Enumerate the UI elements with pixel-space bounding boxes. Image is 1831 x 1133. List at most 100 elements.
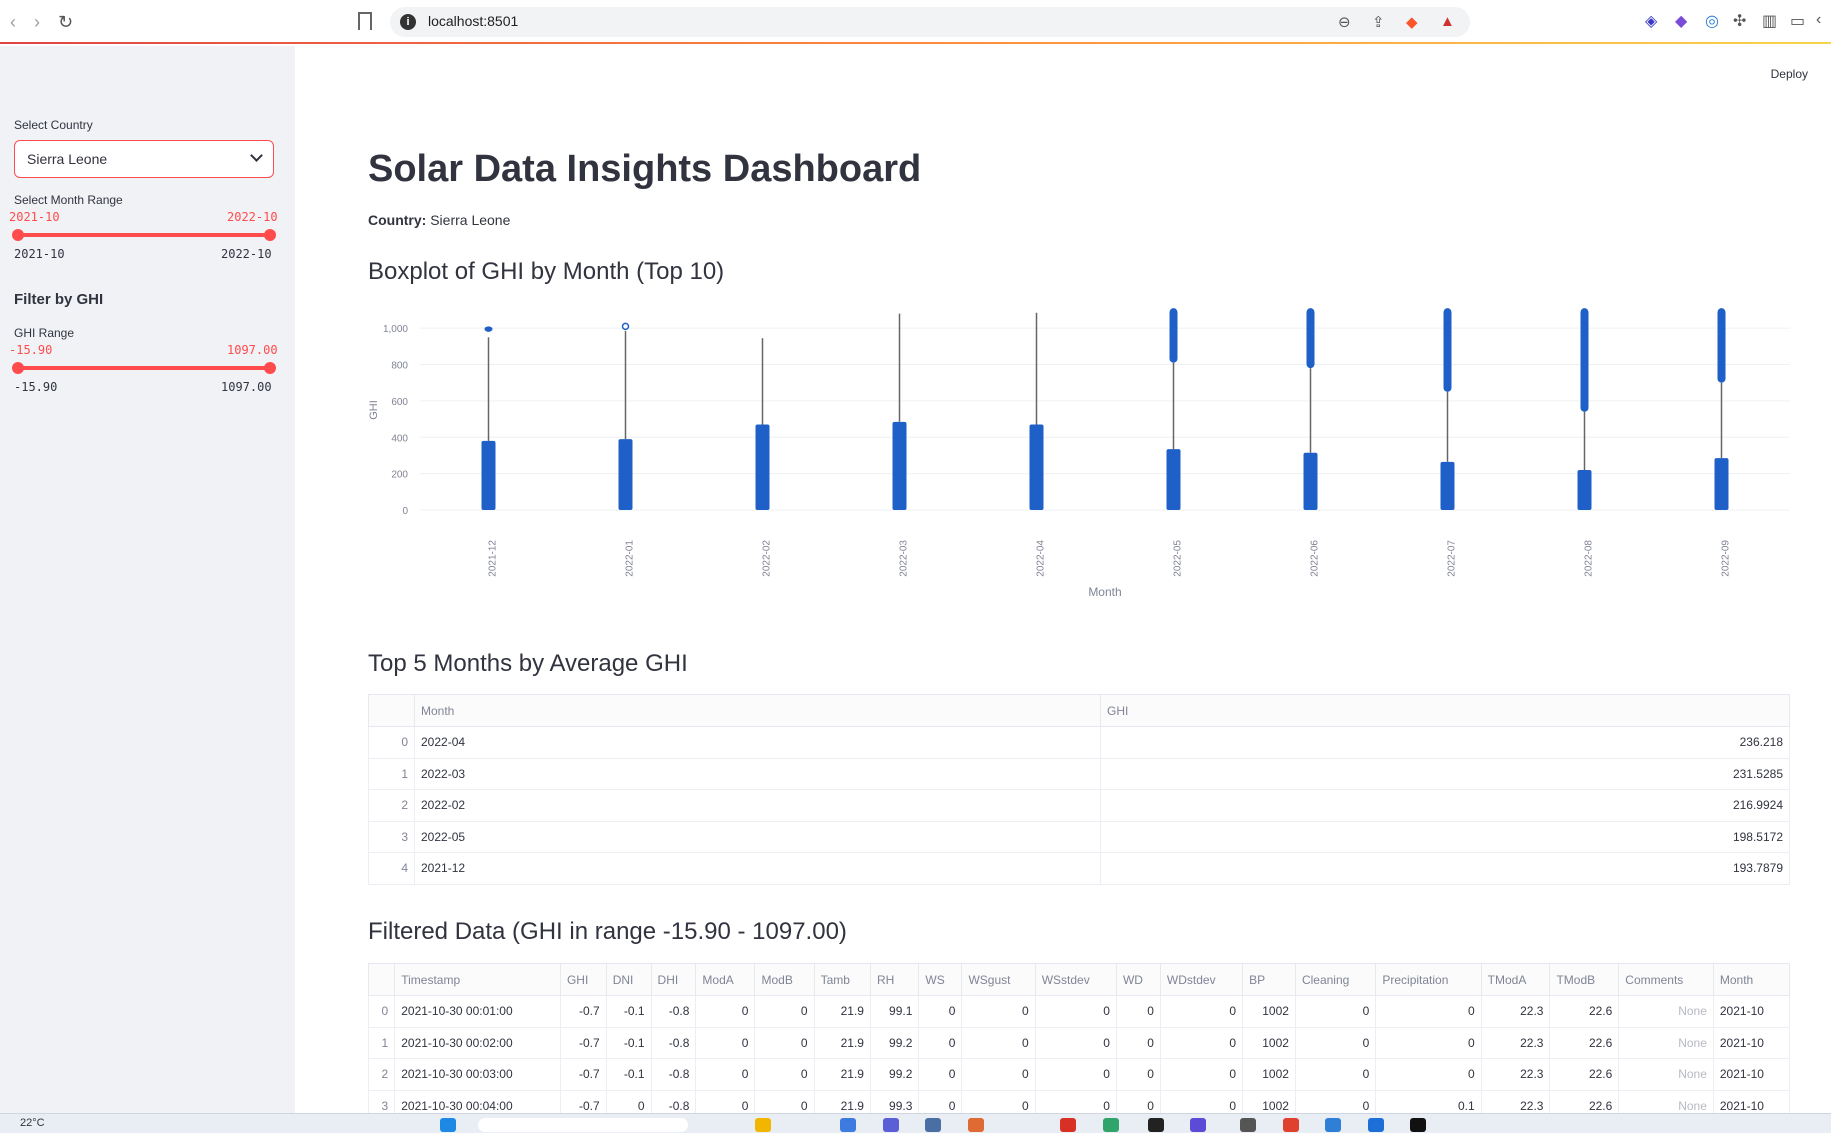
menu-icon[interactable]: ‹	[1816, 11, 1821, 29]
table-cell[interactable]: -0.8	[650, 1026, 697, 1059]
table-cell[interactable]: 2022-05	[414, 820, 1101, 853]
table-cell[interactable]: -0.1	[605, 1026, 652, 1059]
table-cell[interactable]: None	[1618, 1026, 1714, 1059]
terminal-icon[interactable]	[1410, 1118, 1426, 1132]
table-cell[interactable]: 2022-03	[414, 757, 1101, 790]
bookmark-icon[interactable]	[358, 12, 372, 30]
row-index[interactable]: 2	[367, 1058, 396, 1091]
column-header[interactable]: WDstdev	[1159, 963, 1244, 996]
column-header[interactable]: RH	[869, 963, 920, 996]
column-header[interactable]: DNI	[605, 963, 652, 996]
column-header[interactable]: WS	[918, 963, 963, 996]
table-cell[interactable]: 198.5172	[1100, 820, 1790, 853]
table-cell[interactable]: 0	[754, 995, 815, 1028]
column-header[interactable]: WSgust	[961, 963, 1036, 996]
table-row[interactable]: 0 2022-04 236.218	[368, 726, 1790, 759]
extension-1-icon[interactable]: ◈	[1645, 11, 1657, 31]
url-text[interactable]: localhost:8501	[428, 13, 518, 29]
column-header[interactable]: ModA	[695, 963, 756, 996]
column-header[interactable]: DHI	[650, 963, 697, 996]
table-cell[interactable]: 21.9	[813, 1058, 871, 1091]
column-header[interactable]: Tamb	[813, 963, 871, 996]
country-select[interactable]: Sierra Leone	[14, 140, 274, 178]
table-row[interactable]: 3 2022-05 198.5172	[368, 820, 1790, 853]
table-row[interactable]: 1 2021-10-30 00:02:00 -0.7 -0.1 -0.8 0 0 21.9 99…	[367, 1026, 1791, 1059]
table-cell[interactable]: 22.6	[1549, 995, 1620, 1028]
table-cell[interactable]: 0	[961, 1026, 1036, 1059]
table-cell[interactable]: 0	[1115, 1058, 1161, 1091]
table-cell[interactable]: 99.2	[869, 1026, 920, 1059]
table-cell[interactable]: 2021-10	[1712, 1058, 1791, 1091]
row-index[interactable]: 3	[368, 820, 415, 853]
table-cell[interactable]: None	[1618, 995, 1714, 1028]
table-cell[interactable]: 22.3	[1480, 995, 1551, 1028]
extension-3-icon[interactable]: ◎	[1705, 11, 1719, 31]
column-header[interactable]: Month	[1712, 963, 1791, 996]
app-icon[interactable]	[1240, 1118, 1256, 1132]
table-cell[interactable]: 0	[918, 995, 963, 1028]
filtered-data-table[interactable]: Timestamp GHI DNI DHI ModA ModB Tamb RH WS WSgust…	[367, 963, 1791, 1122]
table-cell[interactable]: 2021-12	[414, 852, 1101, 885]
taskbar-search-box[interactable]	[478, 1118, 688, 1132]
top5-table[interactable]: Month GHI 0 2022-04 236.218 1 2022-03 231.528…	[368, 694, 1790, 885]
table-cell[interactable]: 0	[1159, 995, 1244, 1028]
ghi-boxplot-chart[interactable]: 0 200 400 600 800 1,000 GHI 2021-12 2022-01 2022-…	[360, 300, 1800, 610]
column-header[interactable]: BP	[1242, 963, 1296, 996]
table-cell[interactable]: 193.7879	[1100, 852, 1790, 885]
ghi-slider-low-handle[interactable]	[12, 362, 24, 374]
column-header[interactable]: WSstdev	[1034, 963, 1117, 996]
table-cell[interactable]: 2021-10-30 00:01:00	[394, 995, 561, 1028]
edge-icon[interactable]	[840, 1118, 856, 1132]
column-header[interactable]: Precipitation	[1375, 963, 1482, 996]
table-cell[interactable]: 21.9	[813, 1026, 871, 1059]
vscode-icon[interactable]	[1325, 1118, 1341, 1132]
row-index[interactable]: 0	[367, 995, 396, 1028]
extensions-puzzle-icon[interactable]: ✣	[1733, 11, 1746, 31]
row-index[interactable]: 2	[368, 789, 415, 822]
table-cell[interactable]: 2022-02	[414, 789, 1101, 822]
table-cell[interactable]: 0	[1294, 1026, 1377, 1059]
ghi-slider-high-handle[interactable]	[264, 362, 276, 374]
table-cell[interactable]: 0	[1375, 1026, 1482, 1059]
app-icon[interactable]	[925, 1118, 941, 1132]
table-row[interactable]: 2 2022-02 216.9924	[368, 789, 1790, 822]
table-cell[interactable]: 0	[695, 995, 756, 1028]
app-icon[interactable]	[1283, 1118, 1299, 1132]
share-icon[interactable]: ⇪	[1372, 13, 1385, 31]
deploy-button[interactable]: Deploy	[1771, 67, 1808, 81]
reload-icon[interactable]: ↻	[58, 10, 73, 34]
column-header[interactable]: WD	[1115, 963, 1161, 996]
column-header[interactable]: Comments	[1618, 963, 1714, 996]
table-cell[interactable]: 1002	[1242, 1026, 1296, 1059]
column-header[interactable]: Cleaning	[1294, 963, 1377, 996]
sidebar-toggle-icon[interactable]: ▥	[1762, 11, 1777, 31]
table-cell[interactable]: 2021-10-30 00:02:00	[394, 1026, 561, 1059]
forward-icon[interactable]: ›	[34, 10, 40, 34]
table-cell[interactable]: 22.3	[1480, 1026, 1551, 1059]
ghi-range-slider[interactable]	[12, 362, 276, 374]
zoom-icon[interactable]: ⊖	[1338, 13, 1351, 31]
column-header[interactable]: TModA	[1480, 963, 1551, 996]
github-icon[interactable]	[1148, 1118, 1164, 1132]
file-explorer-icon[interactable]	[755, 1118, 771, 1132]
row-index[interactable]: 1	[368, 757, 415, 790]
table-cell[interactable]: -0.8	[650, 1058, 697, 1091]
month-slider-low-handle[interactable]	[12, 229, 24, 241]
table-cell[interactable]: 0	[695, 1026, 756, 1059]
app-icon[interactable]	[1103, 1118, 1119, 1132]
table-cell[interactable]: 0	[1115, 1026, 1161, 1059]
table-cell[interactable]: 0	[754, 1026, 815, 1059]
table-cell[interactable]: 0	[918, 1026, 963, 1059]
row-index[interactable]: 1	[367, 1026, 396, 1059]
table-cell[interactable]: 2021-10	[1712, 995, 1791, 1028]
table-cell[interactable]: 0	[1115, 995, 1161, 1028]
table-cell[interactable]: 0	[1034, 995, 1117, 1028]
start-icon[interactable]	[440, 1118, 456, 1132]
column-header[interactable]: TModB	[1549, 963, 1620, 996]
table-cell[interactable]: 22.3	[1480, 1058, 1551, 1091]
column-header[interactable]: ModB	[754, 963, 815, 996]
table-cell[interactable]: None	[1618, 1058, 1714, 1091]
table-cell[interactable]: 231.5285	[1100, 757, 1790, 790]
table-cell[interactable]: 99.2	[869, 1058, 920, 1091]
discord-icon[interactable]	[1190, 1118, 1206, 1132]
